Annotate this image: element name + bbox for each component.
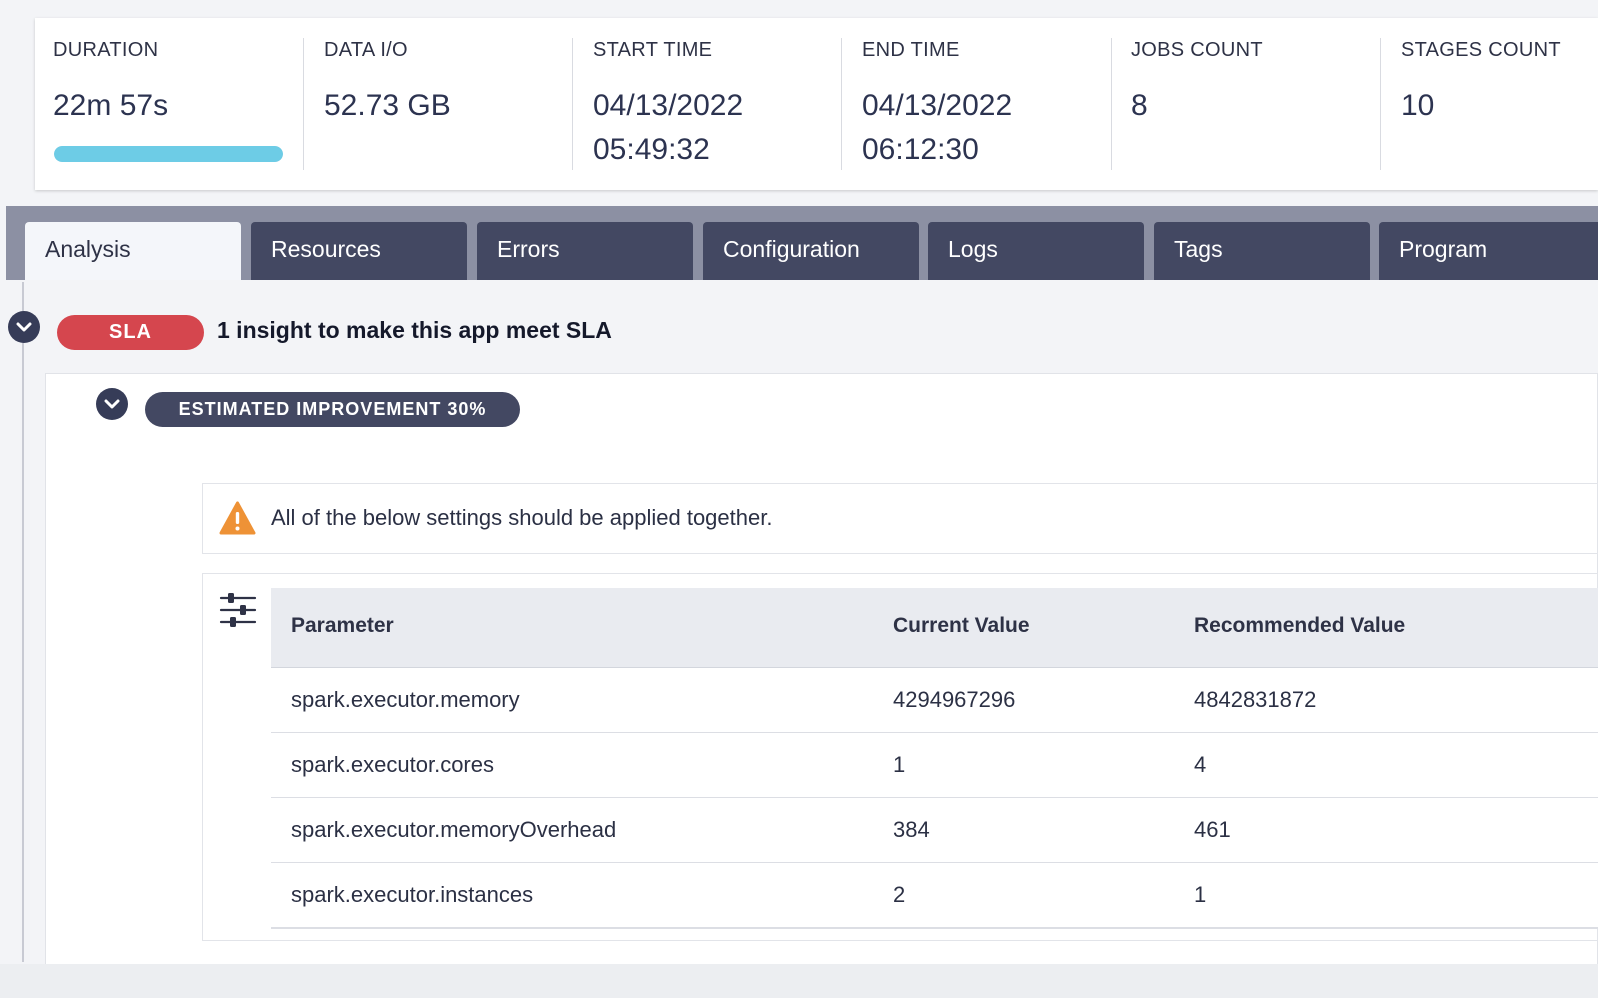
tab-logs[interactable]: Logs xyxy=(928,222,1144,280)
improvement-badge: ESTIMATED IMPROVEMENT 30% xyxy=(145,392,520,427)
cell-current-value: 1 xyxy=(893,752,906,777)
table-row: spark.executor.instances 2 1 xyxy=(271,863,1598,929)
warning-triangle-icon xyxy=(219,501,256,535)
table-row: spark.executor.memoryOverhead 384 461 xyxy=(271,798,1598,864)
insight-title: 1 insight to make this app meet SLA xyxy=(217,317,612,343)
column-header-parameter[interactable]: Parameter xyxy=(291,614,394,638)
cell-recommended-value: 1 xyxy=(1194,882,1207,907)
cell-current-value: 384 xyxy=(893,817,930,842)
stat-value-date: 04/13/2022 xyxy=(593,89,744,122)
divider xyxy=(303,38,304,170)
cell-parameter: spark.executor.instances xyxy=(291,882,534,907)
duration-progress-fill xyxy=(54,146,283,162)
stat-start-time: START TIME 04/13/2022 05:49:32 xyxy=(572,18,841,190)
cell-recommended-value: 461 xyxy=(1194,817,1231,842)
cell-current-value: 4294967296 xyxy=(893,687,1016,712)
stat-data-io: DATA I/O 52.73 GB xyxy=(303,18,572,190)
stat-label: DURATION xyxy=(53,39,159,61)
tab-errors[interactable]: Errors xyxy=(477,222,693,280)
stat-value: 22m 57s xyxy=(53,89,169,122)
stat-duration: DURATION 22m 57s xyxy=(35,18,303,190)
stat-label: STAGES COUNT xyxy=(1401,39,1561,61)
tab-configuration[interactable]: Configuration xyxy=(703,222,919,280)
cell-recommended-value: 4842831872 xyxy=(1194,687,1317,712)
cell-current-value: 2 xyxy=(893,882,906,907)
column-header-recommended-value[interactable]: Recommended Value xyxy=(1194,614,1405,638)
stat-value: 10 xyxy=(1401,89,1435,122)
tab-resources[interactable]: Resources xyxy=(251,222,467,280)
divider xyxy=(841,38,842,170)
cell-parameter: spark.executor.memory xyxy=(291,687,520,712)
stat-label: START TIME xyxy=(593,39,713,61)
cell-parameter: spark.executor.memoryOverhead xyxy=(291,817,617,842)
table-row: spark.executor.memory 4294967296 4842831… xyxy=(271,668,1598,734)
app-stats-card: DURATION 22m 57s DATA I/O 52.73 GB START… xyxy=(35,18,1598,190)
stat-stages-count: STAGES COUNT 10 xyxy=(1380,18,1598,190)
duration-progress-bar xyxy=(54,146,283,162)
divider xyxy=(1111,38,1112,170)
sla-badge: SLA xyxy=(57,315,204,350)
stat-end-time: END TIME 04/13/2022 06:12:30 xyxy=(841,18,1111,190)
chevron-down-icon[interactable] xyxy=(96,388,128,420)
stat-value: 52.73 GB xyxy=(324,89,451,122)
cell-parameter: spark.executor.cores xyxy=(291,752,494,777)
stat-value-time: 05:49:32 xyxy=(593,133,710,166)
column-header-current-value[interactable]: Current Value xyxy=(893,614,1030,638)
table-header: Parameter Current Value Recommended Valu… xyxy=(271,588,1598,668)
stat-value-time: 06:12:30 xyxy=(862,133,979,166)
stat-label: END TIME xyxy=(862,39,960,61)
tab-tags[interactable]: Tags xyxy=(1154,222,1370,280)
tab-analysis[interactable]: Analysis xyxy=(25,222,241,280)
divider xyxy=(572,38,573,170)
footer-strip xyxy=(0,964,1598,998)
warning-text: All of the below settings should be appl… xyxy=(271,505,773,530)
divider xyxy=(1380,38,1381,170)
stat-label: DATA I/O xyxy=(324,39,408,61)
sliders-icon xyxy=(219,593,257,627)
stat-jobs-count: JOBS COUNT 8 xyxy=(1111,18,1380,190)
table-row: spark.executor.cores 1 4 xyxy=(271,733,1598,799)
stat-value-date: 04/13/2022 xyxy=(862,89,1013,122)
stat-label: JOBS COUNT xyxy=(1131,39,1263,61)
tab-program[interactable]: Program xyxy=(1379,222,1598,280)
tab-bar: Analysis Resources Errors Configuration … xyxy=(6,206,1598,280)
cell-recommended-value: 4 xyxy=(1194,752,1207,777)
tree-line xyxy=(22,282,24,962)
stat-value: 8 xyxy=(1131,89,1148,122)
chevron-down-icon[interactable] xyxy=(8,311,40,343)
